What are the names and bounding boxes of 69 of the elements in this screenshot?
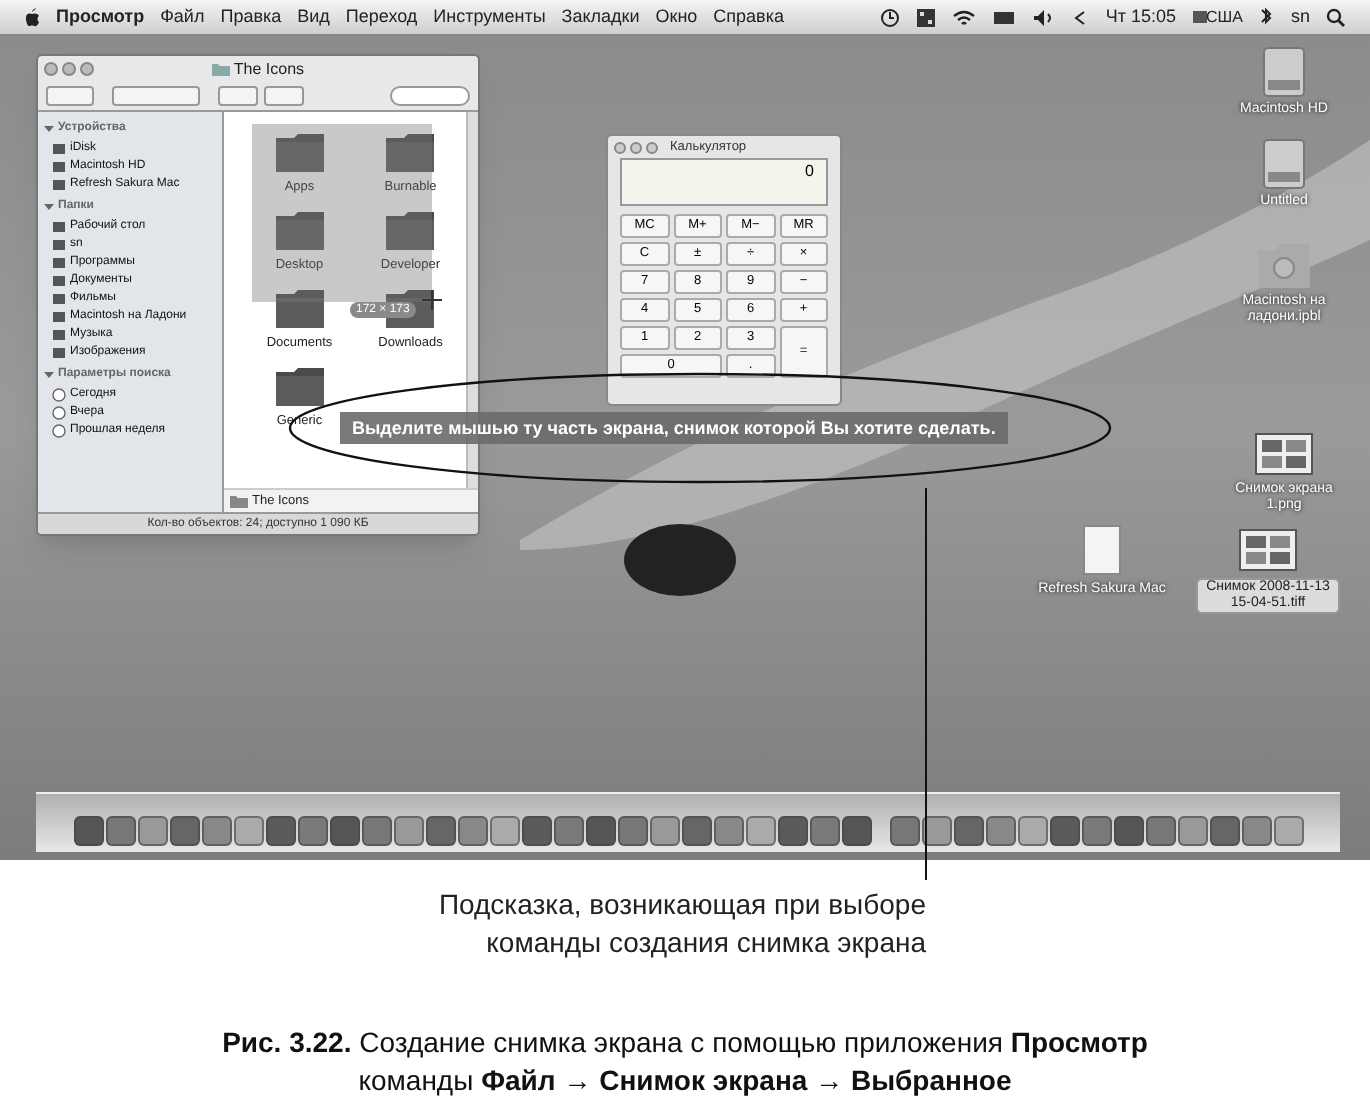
app-icon[interactable] [521, 816, 551, 846]
grid-icon [915, 7, 936, 27]
clock-text[interactable]: Чт 15:05 [1105, 3, 1177, 31]
app-icon[interactable] [1113, 816, 1143, 846]
user-menu[interactable]: sn [1290, 3, 1310, 31]
close-button[interactable] [44, 62, 58, 76]
search-icon [1326, 7, 1346, 27]
calculator-display: 0 [620, 158, 828, 206]
action-button[interactable] [218, 86, 258, 106]
app-icon[interactable] [1049, 816, 1079, 846]
folder-icon [211, 61, 230, 77]
figure-caption: Рис. 3.22. Создание снимка экрана с помощью приложения Просмотр команды Файл → Снимок экрана → Выбранное [222, 1024, 1148, 1100]
menu-item[interactable]: Переход [345, 3, 418, 31]
square-icon [52, 219, 66, 233]
window-title: The Icons [233, 57, 305, 81]
hint-text: Выделите мышью ту часть экрана, снимок которой Вы хотите сделать. [340, 412, 1008, 444]
square-icon [52, 237, 66, 251]
app-menu[interactable]: Просмотр [56, 3, 145, 31]
folder-icon [1256, 240, 1312, 292]
zoom-button[interactable] [646, 141, 658, 153]
app-icon[interactable] [777, 816, 807, 846]
folder-icon [273, 210, 326, 252]
folder-icon [384, 210, 437, 252]
crosshair-icon [422, 290, 442, 310]
square-icon [52, 141, 66, 155]
folder-icon [273, 366, 326, 408]
apple-icon [24, 7, 40, 27]
menu-item[interactable]: Правка [220, 3, 282, 31]
callout-text: Подсказка, возникающая при выборе команды создания снимка экрана [438, 886, 926, 962]
square-icon [52, 255, 66, 269]
bluetooth-icon [1258, 7, 1275, 27]
square-icon [52, 345, 66, 359]
menu-item[interactable]: Вид [297, 3, 330, 31]
square-icon [52, 273, 66, 287]
document-icon [1078, 524, 1126, 580]
speaker-icon [1031, 7, 1054, 27]
wifi-icon [951, 7, 976, 27]
app-icon[interactable] [921, 816, 951, 846]
flag-icon [1192, 7, 1209, 27]
image-file-icon [1254, 428, 1314, 480]
close-button[interactable] [614, 141, 626, 153]
app-icon[interactable] [73, 816, 103, 846]
search-field[interactable] [390, 86, 470, 106]
menu-item[interactable]: Инструменты [433, 3, 546, 31]
image-file-icon [1238, 524, 1298, 576]
square-icon [52, 177, 66, 191]
clock-icon [879, 7, 900, 27]
app-icon[interactable] [841, 816, 871, 846]
display-icon [991, 7, 1016, 27]
app-icon[interactable] [585, 816, 615, 846]
menu-item[interactable]: Справка [713, 3, 784, 31]
menu-item[interactable]: Закладки [561, 3, 640, 31]
folder-icon [273, 132, 326, 174]
menu-item[interactable]: Файл [160, 3, 205, 31]
folder-icon [384, 132, 437, 174]
square-icon [52, 327, 66, 341]
quick-look-button[interactable] [264, 86, 304, 106]
app-icon[interactable] [329, 816, 359, 846]
app-icon[interactable] [265, 816, 295, 846]
minimize-button[interactable] [62, 62, 76, 76]
folder-icon [273, 288, 326, 330]
square-icon [52, 291, 66, 305]
back-forward-button[interactable] [46, 86, 94, 106]
minimize-button[interactable] [630, 141, 642, 153]
zoom-button[interactable] [80, 62, 94, 76]
square-icon [52, 309, 66, 323]
view-buttons[interactable] [112, 86, 200, 106]
menu-item[interactable]: Окно [655, 3, 698, 31]
square-icon [52, 159, 66, 173]
